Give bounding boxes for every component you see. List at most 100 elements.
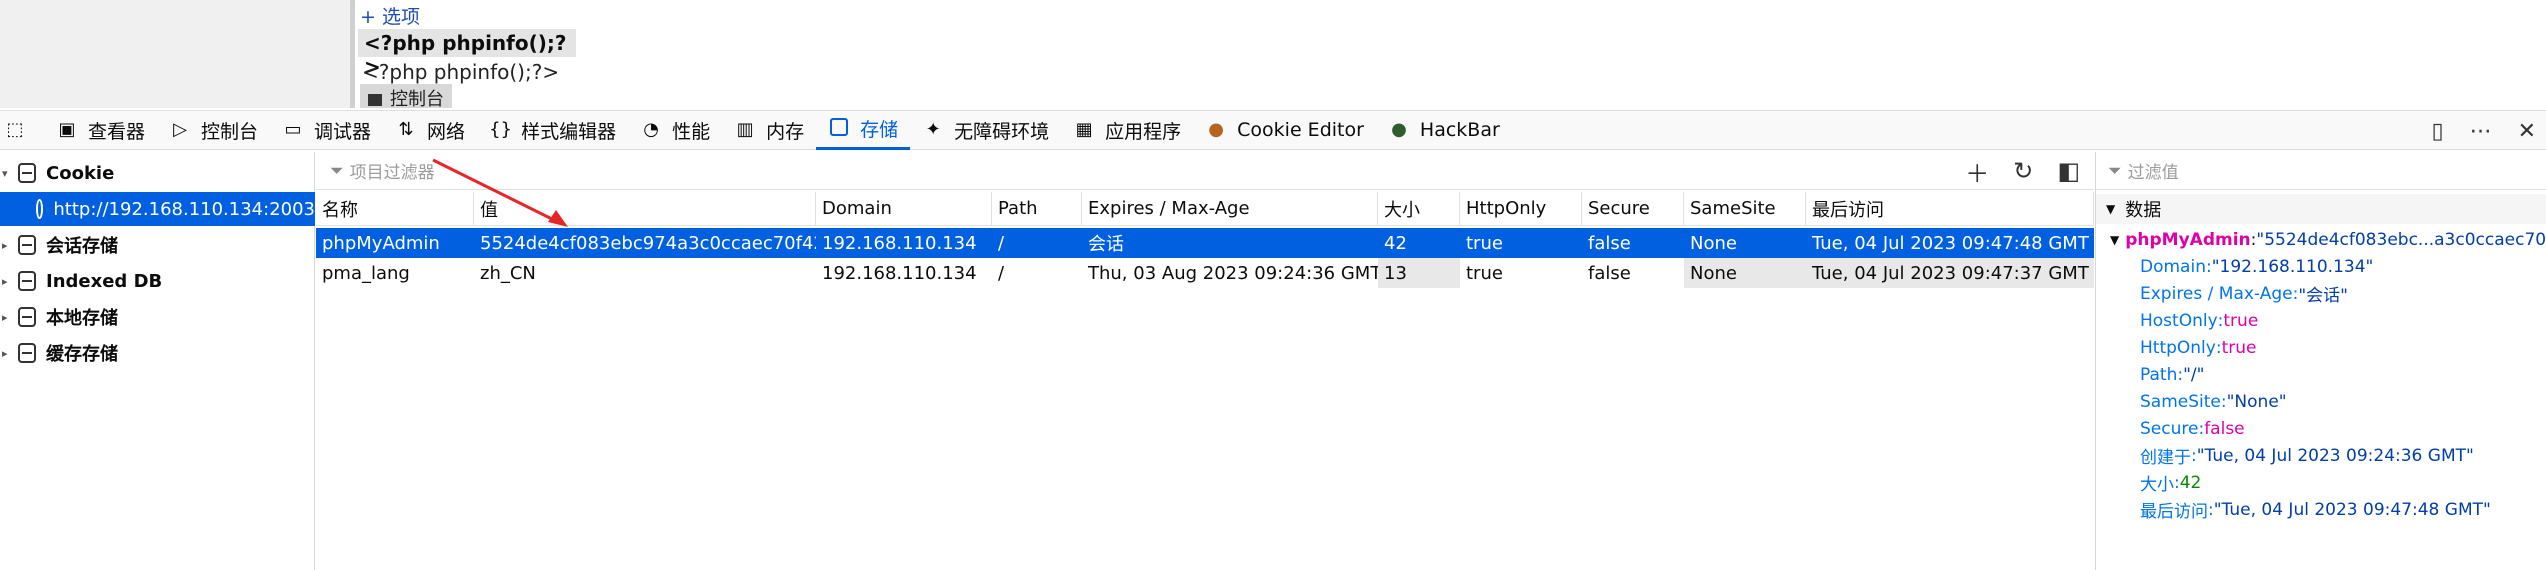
- tab-debugger[interactable]: ▭ 调试器: [270, 110, 383, 150]
- filter-icon: ⏷: [330, 160, 344, 181]
- detail-name-line[interactable]: ▼ phpMyAdmin: "5524de4cf083ebc...a3c0ccae…: [2096, 226, 2546, 253]
- sidebar-item-label: 会话存储: [46, 236, 118, 257]
- tab-label: 性能: [672, 120, 711, 143]
- tab-inspector[interactable]: ▣ 查看器: [44, 110, 157, 150]
- cell-size: 42: [1384, 232, 1407, 254]
- detail-property-value: "192.168.110.134": [2211, 256, 2374, 277]
- sidebar-item-local-storage[interactable]: ▸ 本地存储: [0, 300, 315, 334]
- element-picker-button[interactable]: ⬚: [0, 110, 44, 150]
- database-icon: [18, 343, 36, 363]
- detail-property-line[interactable]: 大小:42: [2096, 469, 2546, 496]
- table-actions: ＋ ↻ ◧: [1965, 152, 2080, 190]
- table-row[interactable]: pma_lang zh_CN 192.168.110.134 / Thu, 03…: [316, 258, 2094, 288]
- column-header[interactable]: HttpOnly: [1460, 192, 1582, 225]
- detail-property-line[interactable]: Expires / Max-Age: "会话": [2096, 280, 2546, 307]
- add-item-icon[interactable]: ＋: [1965, 154, 1989, 189]
- tab-network[interactable]: ⇅ 网络: [383, 110, 477, 150]
- detail-filter-input[interactable]: 过滤值: [2128, 158, 2179, 183]
- detail-property-line[interactable]: 最后访问: "Tue, 04 Jul 2023 09:47:48 GMT": [2096, 496, 2546, 523]
- detail-property-key: Domain: [2140, 256, 2206, 277]
- detail-property-key: HttpOnly: [2140, 337, 2216, 358]
- cell-name: phpMyAdmin: [322, 232, 440, 254]
- tab-hackbar[interactable]: ● HackBar: [1376, 110, 1512, 150]
- tab-label: 内存: [766, 120, 805, 143]
- column-header[interactable]: Path: [992, 192, 1082, 225]
- sidebar-item-cache-storage[interactable]: ▸ 缓存存储: [0, 336, 315, 370]
- detail-property-line[interactable]: Path: "/": [2096, 361, 2546, 388]
- tab-application[interactable]: ▦ 应用程序: [1061, 110, 1193, 150]
- table-header: 名称 值 Domain Path Expires / Max-Age 大小 Ht…: [316, 192, 2094, 226]
- performance-icon: ◔: [643, 119, 659, 140]
- detail-property-line[interactable]: 创建于: "Tue, 04 Jul 2023 09:24:36 GMT": [2096, 442, 2546, 469]
- sidebar-item-cookie[interactable]: ▾ Cookie: [0, 156, 315, 190]
- column-header[interactable]: 名称: [316, 192, 474, 225]
- tab-cookie-editor[interactable]: ● Cookie Editor: [1193, 110, 1376, 150]
- tab-style-editor[interactable]: {} 样式编辑器: [477, 110, 628, 150]
- tab-memory[interactable]: ▥ 内存: [722, 110, 816, 150]
- options-link[interactable]: + 选项: [360, 2, 420, 29]
- sidebar-item-host[interactable]: http://192.168.110.134:2003: [0, 192, 315, 226]
- cell-value: 5524de4cf083ebc974a3c0ccaec70f42: [480, 232, 816, 254]
- tab-label: Cookie Editor: [1237, 119, 1364, 141]
- tab-label: 无障碍环境: [954, 120, 1050, 143]
- detail-property-key: 最后访问: [2140, 502, 2208, 522]
- detail-section-header[interactable]: ▼ 数据: [2096, 194, 2546, 224]
- detail-property-value: "None": [2226, 391, 2287, 412]
- sidebar-item-label: Cookie: [46, 162, 115, 184]
- cookie-detail-panel: ⏷ 过滤值 ▼ 数据 ▼ phpMyAdmin: "5524de4cf083ebc.…: [2095, 152, 2546, 570]
- tab-accessibility[interactable]: ✦ 无障碍环境: [910, 110, 1061, 150]
- cell-secure: false: [1588, 262, 1631, 284]
- table-row[interactable]: phpMyAdmin 5524de4cf083ebc974a3c0ccaec70…: [316, 228, 2094, 258]
- tab-label: 存储: [860, 119, 899, 141]
- column-header[interactable]: 值: [474, 192, 816, 225]
- database-icon: [18, 235, 36, 255]
- tab-storage[interactable]: 存储: [816, 110, 911, 150]
- hackbar-icon: ●: [1391, 119, 1407, 140]
- toggle-sidebar-icon[interactable]: ◧: [2057, 157, 2080, 185]
- column-header[interactable]: Expires / Max-Age: [1082, 192, 1378, 225]
- devtools-toolbar: ⬚ ▣ 查看器 ▷ 控制台 ▭ 调试器 ⇅ 网络 {} 样式编辑器 ◔ 性能 ▥ 内存 存储 …: [0, 110, 2546, 150]
- cell-path: /: [998, 262, 1005, 284]
- cell-expires: Thu, 03 Aug 2023 09:24:36 GMT: [1088, 262, 1378, 284]
- page-console-tab[interactable]: 控制台: [360, 84, 452, 110]
- host-label: http://192.168.110.134:2003: [53, 198, 315, 220]
- database-icon: [18, 307, 36, 327]
- sidebar-item-session-storage[interactable]: ▸ 会话存储: [0, 228, 315, 262]
- more-options-icon[interactable]: ⋯: [2470, 119, 2492, 144]
- expand-arrow-icon: ▸: [2, 310, 8, 324]
- cell-name: pma_lang: [322, 262, 410, 284]
- column-header[interactable]: SameSite: [1684, 192, 1806, 225]
- cell-path: /: [998, 232, 1005, 254]
- cell-secure: false: [1588, 232, 1631, 254]
- table-filter-input[interactable]: 项目过滤器: [350, 158, 435, 183]
- column-header[interactable]: Secure: [1582, 192, 1684, 225]
- expand-arrow-icon: ▸: [2, 238, 8, 252]
- globe-icon: [36, 199, 44, 219]
- tab-performance[interactable]: ◔ 性能: [628, 110, 722, 150]
- cell-httponly: true: [1466, 232, 1503, 254]
- detail-property-line[interactable]: SameSite: "None": [2096, 388, 2546, 415]
- expand-arrow-icon: ▸: [2, 346, 8, 360]
- detail-property-value: true: [2221, 337, 2257, 358]
- console-icon: ▷: [173, 119, 187, 140]
- page-content-area: + 选项 <?php phpinfo();?> <?php phpinfo();…: [0, 0, 2546, 110]
- tab-label: HackBar: [1419, 119, 1500, 141]
- detail-property-line[interactable]: Secure: false: [2096, 415, 2546, 442]
- column-header[interactable]: Domain: [816, 192, 992, 225]
- tab-console[interactable]: ▷ 控制台: [157, 110, 270, 150]
- column-header[interactable]: 最后访问: [1806, 192, 2094, 225]
- detail-property-line[interactable]: Domain: "192.168.110.134": [2096, 253, 2546, 280]
- toolbar-right-controls: ▯ ⋯ ✕: [2431, 111, 2536, 151]
- tab-label: 控制台: [201, 120, 259, 143]
- close-icon[interactable]: ✕: [2518, 119, 2536, 144]
- detail-property-line[interactable]: HttpOnly: true: [2096, 334, 2546, 361]
- detail-property-value: "/": [2183, 364, 2205, 385]
- column-header[interactable]: 大小: [1378, 192, 1460, 225]
- detail-property-key: Path: [2140, 364, 2178, 385]
- refresh-icon[interactable]: ↻: [2013, 157, 2033, 185]
- sidebar-item-label: Indexed DB: [46, 270, 163, 292]
- sidebar-item-indexed-db[interactable]: ▸ Indexed DB: [0, 264, 315, 298]
- debugger-icon: ▭: [284, 119, 302, 140]
- dock-side-icon[interactable]: ▯: [2431, 119, 2443, 144]
- detail-property-line[interactable]: HostOnly: true: [2096, 307, 2546, 334]
